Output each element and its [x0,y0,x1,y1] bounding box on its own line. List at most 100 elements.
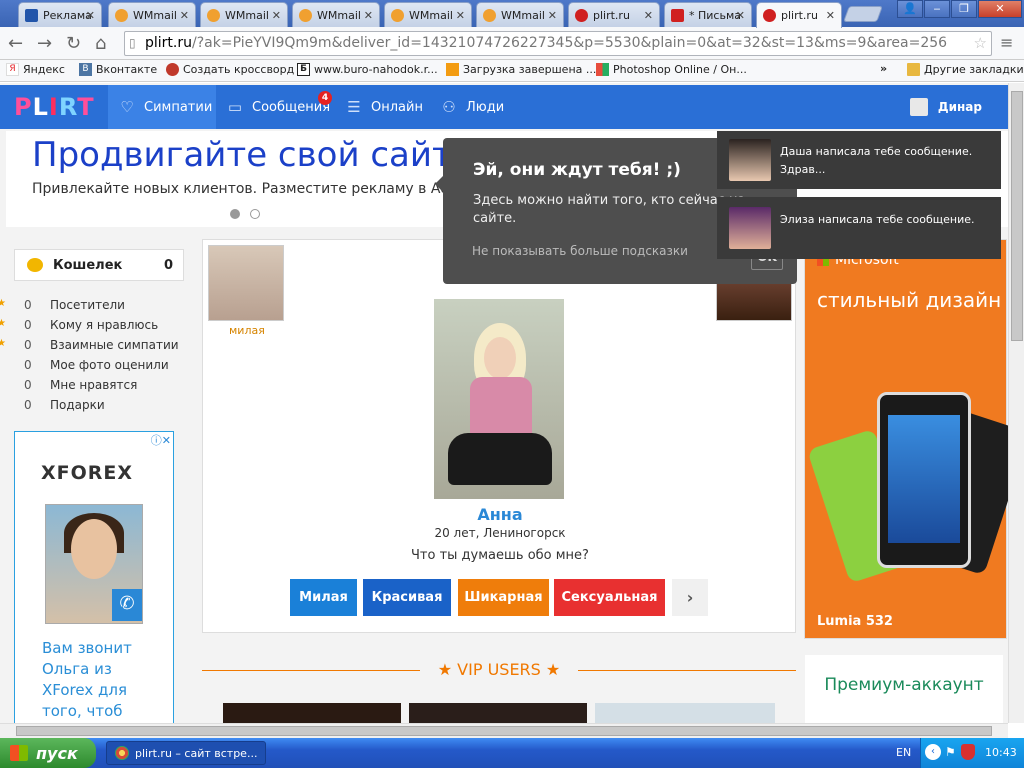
bookmark-label: Другие закладки [924,63,1024,76]
carousel-dot-active[interactable] [230,209,240,219]
notification-eliza[interactable]: Элиза написала тебе сообщение. [717,197,1001,259]
tab-close-icon[interactable]: ✕ [86,9,95,22]
premium-title: Премиум-аккаунт [824,675,984,695]
stat-count: 0 [24,358,32,372]
bookmark-label: Загрузка завершена ... [463,63,597,76]
stat-photo-rated[interactable]: 0 Мое фото оценили [0,357,195,377]
nav-online[interactable]: ☰ Онлайн [345,85,423,129]
vip-user-photo[interactable] [595,703,775,723]
tab-close-icon[interactable]: ✕ [548,9,557,22]
download-icon [446,63,459,76]
tab-5[interactable]: WMmail ✕ [476,2,564,27]
rate-cute-button[interactable]: Милая [290,579,357,616]
language-indicator[interactable]: EN [896,746,911,759]
forward-icon[interactable]: → [37,33,52,54]
tab-0[interactable]: Реклама ✕ [18,2,102,27]
notification-dasha[interactable]: Даша написала тебе сообщение. Здрав... [717,131,1001,189]
vip-user-photo[interactable] [409,703,587,723]
more-bookmarks-icon[interactable]: » [880,62,887,75]
stat-liked-me[interactable]: ★ 0 Кому я нравлюсь [0,317,195,337]
stat-gifts[interactable]: 0 Подарки [0,397,195,417]
bookmark-crossword[interactable]: Создать кроссворд [166,63,294,76]
nav-sympathy[interactable]: ♡ Симпатии [108,85,216,129]
home-icon[interactable]: ⌂ [95,33,106,54]
tab-close-icon[interactable]: ✕ [180,9,189,22]
tab-close-icon[interactable]: ✕ [456,9,465,22]
tab-favicon-icon [25,8,38,22]
user-icon[interactable]: 👤 [897,0,923,18]
tab-close-icon[interactable]: ✕ [364,9,373,22]
wallet-value: 0 [163,257,173,273]
tab-bar: Реклама ✕ WMmail ✕ WMmail ✕ WMmail ✕ WMmail ✕… [0,0,1024,28]
minimize-button[interactable]: ‒ [924,0,950,18]
premium-account-box[interactable]: Премиум-аккаунт [805,655,1003,723]
dont-show-again-link[interactable]: Не показывать больше подсказки [472,244,688,258]
tab-6[interactable]: plirt.ru ✕ [568,2,660,27]
bookmark-yandex[interactable]: Я Яндекс [6,63,65,76]
start-button[interactable]: пуск [0,738,96,768]
bookmark-star-icon[interactable]: ☆ [973,32,987,55]
bookmark-label: Создать кроссворд [183,63,295,76]
tab-3[interactable]: WMmail ✕ [292,2,380,27]
tray-expand-icon[interactable]: ‹ [925,744,941,760]
restore-button[interactable]: ❐ [951,0,977,18]
stat-mutual[interactable]: ★ 0 Взаимные симпатии [0,337,195,357]
bookmark-other[interactable]: Другие закладки [907,63,1024,76]
ad-info-close-icon[interactable]: ⓘ✕ [151,432,171,448]
rate-beautiful-button[interactable]: Красивая [363,579,451,616]
site-logo[interactable]: PLIRT [14,93,95,121]
address-bar[interactable]: ▯ plirt.ru/?ak=PieYVI9Qm9m&deliver_id=143… [124,31,992,56]
horizontal-scrollbar[interactable] [0,723,1008,738]
coin-icon [27,258,43,272]
tab-4[interactable]: WMmail ✕ [384,2,472,27]
plirt-icon [575,8,588,22]
network-icon[interactable]: ⚑ [945,745,956,759]
page-icon: ▯ [129,36,136,50]
vertical-scrollbar[interactable] [1008,83,1024,723]
stat-i-like[interactable]: 0 Мне нравятся [0,377,195,397]
windows-taskbar: пуск plirt.ru – сайт встре... EN ‹ ⚑ 10:… [0,738,1024,768]
nav-messages[interactable]: ▭ Сообщения [226,85,330,129]
bookmark-buro[interactable]: Бwww.buro-nahodok.r... [297,63,438,76]
tab-2[interactable]: WMmail ✕ [200,2,288,27]
profile-name[interactable]: Анна [203,505,797,524]
tab-1[interactable]: WMmail ✕ [108,2,196,27]
next-arrow-icon[interactable]: › [672,579,708,616]
clock[interactable]: 10:43 [985,746,1017,759]
star-icon: ★ [0,298,6,309]
stat-visitors[interactable]: ★ 0 Посетители [0,297,195,317]
tab-close-icon[interactable]: ✕ [736,9,745,22]
thumb-photo[interactable] [208,245,284,321]
reload-icon[interactable]: ↻ [66,33,81,54]
main-profile-photo[interactable] [434,299,564,499]
new-tab-button[interactable] [843,6,883,22]
thumb-label: милая [229,324,265,337]
bookmark-vk[interactable]: В Вконтакте [79,63,157,76]
antivirus-icon[interactable] [961,744,975,760]
people-icon: ⚇ [442,98,456,116]
tab-close-icon[interactable]: ✕ [644,9,653,22]
bookmark-photoshop[interactable]: Photoshop Online / Он... [596,63,747,76]
bookmark-download[interactable]: Загрузка завершена ... [446,63,596,76]
rate-sexy-button[interactable]: Сексуальная [554,579,665,616]
rate-gorgeous-button[interactable]: Шикарная [458,579,549,616]
xforex-ad[interactable]: ⓘ✕ XFOREX ✆ Вам звонит Ольга из XForex д… [14,431,174,723]
tab-close-icon[interactable]: ✕ [272,9,281,22]
nav-people[interactable]: ⚇ Люди [440,85,504,129]
menu-icon[interactable]: ≡ [1000,33,1013,52]
close-window-button[interactable]: ✕ [978,0,1022,18]
thumb-photo[interactable] [716,280,792,321]
taskbar-chrome-window[interactable]: plirt.ru – сайт встре... [106,741,266,765]
bookmark-label: Яндекс [23,63,65,76]
back-icon[interactable]: ← [8,33,23,54]
yandex-icon: Я [6,63,19,76]
tab-7[interactable]: * Письма ✕ [664,2,752,27]
tab-8-active[interactable]: plirt.ru ✕ [756,2,842,28]
user-menu[interactable]: Динар [909,85,1008,129]
tab-close-icon[interactable]: ✕ [826,9,835,22]
vip-user-photo[interactable] [223,703,401,723]
carousel-dot[interactable] [250,209,260,219]
wallet[interactable]: Кошелек 0 [14,249,184,281]
task-label: plirt.ru – сайт встре... [135,746,258,760]
microsoft-lumia-ad[interactable]: Microsoft стильный дизайн Lumia 532 [804,239,1008,639]
